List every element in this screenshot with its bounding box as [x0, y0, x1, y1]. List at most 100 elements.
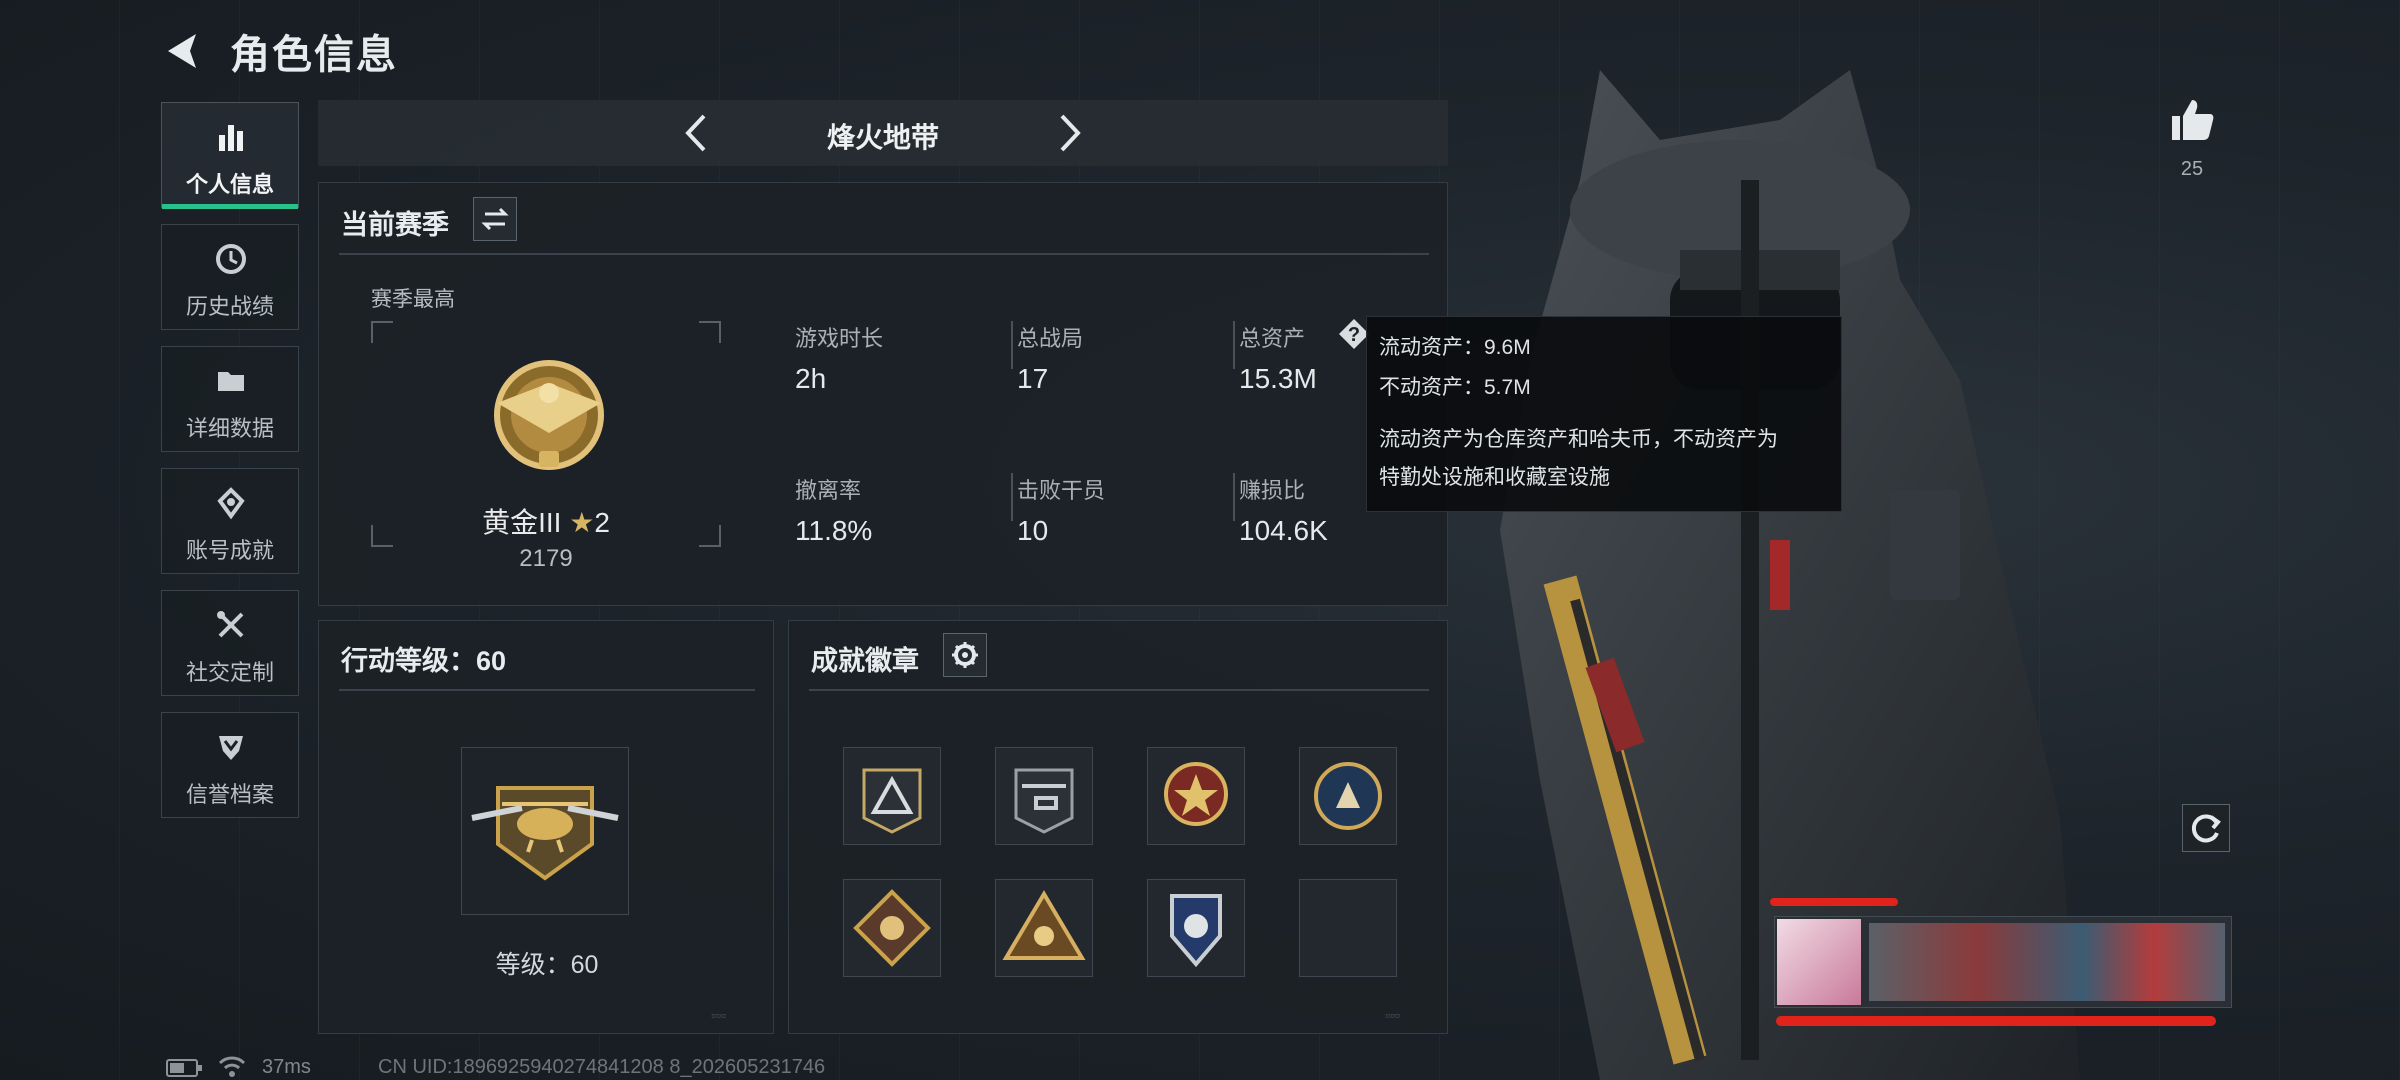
mode-label: 烽火地带 — [826, 122, 939, 153]
asset-tooltip: 流动资产：9.6M 不动资产：5.7M 流动资产为仓库资产和哈夫币，不动资产为 … — [1366, 316, 1842, 512]
rank-title: 黄金III ★2 — [371, 501, 721, 541]
badge-slot[interactable] — [843, 747, 941, 845]
nav-item-reputation[interactable]: 信誉档案 — [161, 712, 299, 818]
mode-switcher: 烽火地带 — [318, 100, 1448, 166]
page-title: 角色信息 — [230, 33, 398, 77]
divider — [339, 689, 755, 691]
badges-panel: 成就徽章 ▫▫▫ — [788, 620, 1448, 1034]
nav-item-label: 历史战绩 — [185, 295, 274, 320]
badges-title: 成就徽章 — [811, 646, 919, 676]
badge-slot[interactable] — [843, 879, 941, 977]
tooltip-description-line1: 流动资产为仓库资产和哈夫币，不动资产为 — [1379, 428, 1778, 451]
badge-slot[interactable] — [1147, 879, 1245, 977]
uid-text: CN UID:1896925940274841208 8_20260523174… — [378, 1056, 826, 1078]
stat-label: 撤离率 — [795, 478, 862, 503]
stat-separator — [1233, 473, 1235, 521]
badge-slot[interactable] — [1299, 747, 1397, 845]
diamond-badge-icon — [853, 889, 931, 967]
divider — [339, 253, 1429, 255]
stat-label: 赚损比 — [1239, 478, 1306, 503]
stat-value: 10 — [1017, 515, 1049, 546]
stat-value: 15.3M — [1239, 363, 1317, 394]
helicopter-badge-icon — [1014, 768, 1074, 834]
star-icon: ★ — [569, 507, 595, 538]
level-panel: 行动等级：60 等级：60 ▫▫▫ — [318, 620, 774, 1034]
round-crest-badge-icon — [1314, 762, 1382, 830]
badge-slot-empty[interactable] — [1299, 879, 1397, 977]
thumbs-up-icon[interactable] — [2168, 96, 2216, 144]
season-best-label: 赛季最高 — [371, 288, 455, 311]
active-indicator — [162, 204, 298, 209]
redaction-mark — [1776, 1016, 2216, 1026]
badge-slot[interactable] — [995, 747, 1093, 845]
star-medal-badge-icon — [1164, 762, 1228, 826]
rank-emblem-icon — [494, 360, 604, 470]
battery-icon — [166, 1059, 202, 1077]
season-title: 当前赛季 — [341, 210, 449, 240]
nav-item-social-custom[interactable]: 社交定制 — [161, 590, 299, 696]
swap-icon — [481, 207, 509, 231]
stat-label: 击败干员 — [1017, 478, 1106, 503]
stat-value: 11.8% — [795, 515, 873, 546]
stat-label: 总战局 — [1017, 326, 1084, 351]
nav-item-label: 账号成就 — [185, 539, 274, 564]
nav-item-label: 详细数据 — [185, 417, 274, 442]
helicopter-emblem-icon — [471, 786, 619, 881]
rank-name: 黄金III — [482, 507, 562, 538]
svg-text:?: ? — [1348, 324, 1360, 346]
badge-slot[interactable] — [1147, 747, 1245, 845]
stat-separator — [1011, 473, 1013, 521]
panel-corner-marks: ▫▫▫ — [1385, 1007, 1400, 1023]
achievement-icon — [217, 487, 245, 520]
season-switch-button[interactable] — [473, 197, 517, 241]
wifi-icon — [218, 1056, 246, 1077]
refresh-icon — [2191, 814, 2221, 843]
nav-item-history[interactable]: 历史战绩 — [161, 224, 299, 330]
bar-chart-icon — [219, 125, 243, 151]
nav-item-label: 信誉档案 — [185, 783, 274, 808]
folder-icon — [218, 372, 244, 391]
level-emblem-frame — [461, 747, 629, 915]
panel-corner-marks: ▫▫▫ — [711, 1007, 726, 1023]
nav-item-achievements[interactable]: 账号成就 — [161, 468, 299, 574]
stream-preview-image — [1869, 923, 2225, 1001]
nav-item-personal-info[interactable]: 个人信息 — [161, 102, 299, 209]
shield-icon — [219, 736, 243, 760]
rank-points: 2179 — [519, 545, 573, 572]
nav-item-detail-data[interactable]: 详细数据 — [161, 346, 299, 452]
divider — [809, 689, 1429, 691]
tools-icon — [217, 611, 244, 638]
stat-label: 游戏时长 — [795, 326, 884, 351]
redaction-mark — [1770, 898, 1898, 906]
badge-slot[interactable] — [995, 879, 1093, 977]
avatar — [1777, 919, 1861, 1005]
level-text: 等级：60 — [495, 951, 599, 979]
nav-item-label: 个人信息 — [185, 173, 274, 198]
stat-label: 总资产 — [1239, 326, 1306, 351]
season-panel: 当前赛季 赛季最高 黄金III ★2 2179 游戏时长 2h 总战局 17 总… — [318, 182, 1448, 606]
tooltip-liquid-assets: 流动资产：9.6M — [1379, 336, 1531, 359]
stat-value: 2h — [795, 363, 827, 394]
tooltip-fixed-assets: 不动资产：5.7M — [1379, 376, 1531, 399]
badges-settings-button[interactable] — [943, 633, 987, 677]
nav-item-label: 社交定制 — [185, 661, 274, 686]
stat-separator — [1011, 321, 1013, 369]
like-count: 25 — [2180, 158, 2204, 180]
stat-separator — [1233, 321, 1235, 369]
police-badge-icon — [1170, 894, 1222, 968]
tooltip-description-line2: 特勤处设施和收藏室设施 — [1379, 466, 1610, 489]
chevron-right-icon[interactable] — [1046, 110, 1092, 156]
stat-value: 104.6K — [1239, 515, 1328, 546]
gear-icon — [952, 642, 978, 668]
rank-stars: 2 — [594, 507, 610, 538]
level-title: 行动等级：60 — [341, 646, 507, 676]
frame-corner — [699, 321, 721, 343]
pyramid-badge-icon — [1002, 890, 1086, 960]
ping-value: 37ms — [262, 1056, 311, 1078]
triangle-badge-icon — [862, 768, 922, 834]
back-arrow-icon[interactable] — [160, 28, 206, 74]
rotate-button[interactable] — [2182, 804, 2230, 852]
clock-icon — [216, 244, 246, 274]
stream-overlay — [1774, 916, 2232, 1008]
stat-value: 17 — [1017, 363, 1049, 394]
